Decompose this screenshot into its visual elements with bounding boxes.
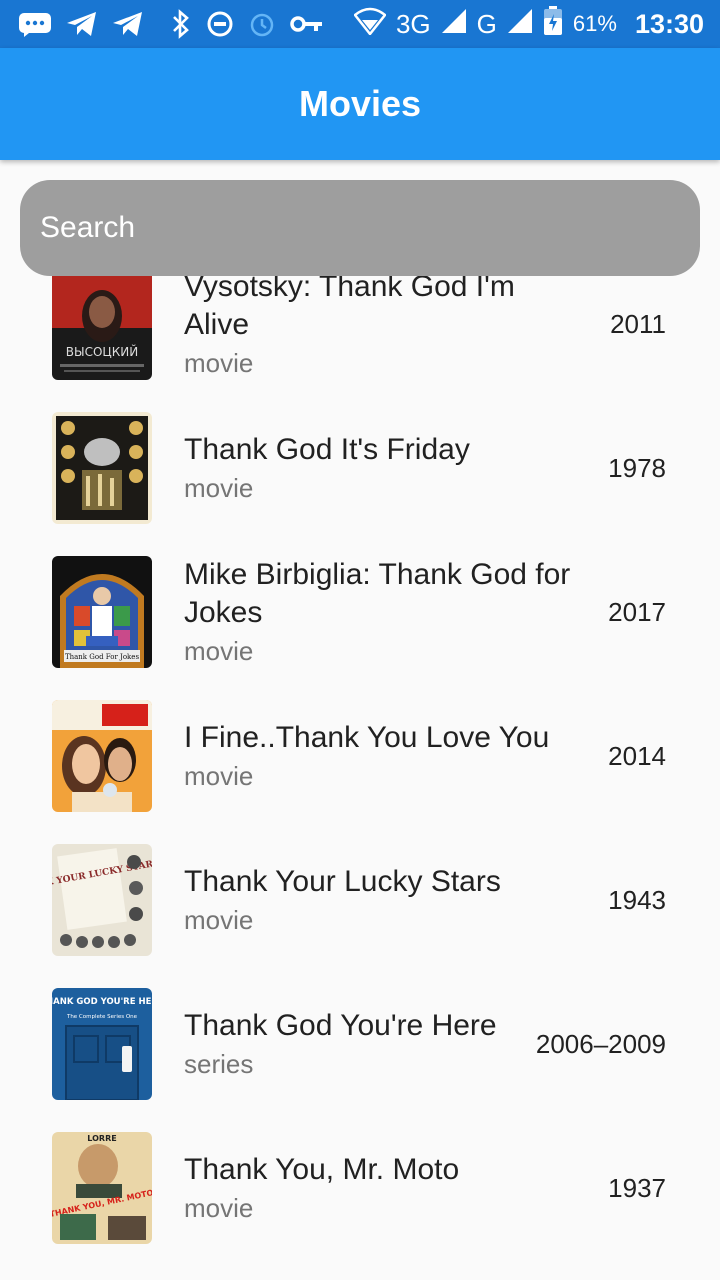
battery-level: 61% <box>572 11 617 36</box>
movie-poster: Thank God For Jokes <box>52 556 152 668</box>
svg-text:LORRE: LORRE <box>87 1134 116 1143</box>
movie-title: I Fine..Thank You Love You <box>184 721 550 754</box>
movie-title: Thank God You're Here <box>184 1009 497 1042</box>
movie-year: 2014 <box>608 740 666 771</box>
movie-type: movie <box>184 636 254 666</box>
telegram-icon <box>112 10 144 38</box>
movie-title: Thank God It's Friday <box>184 433 470 466</box>
status-bar: 3G G 61% 13:30 <box>0 0 720 48</box>
clock: 13:30 <box>634 8 704 39</box>
app-bar: Movies <box>0 48 720 160</box>
movie-poster <box>52 700 152 812</box>
svg-text:The Complete Series One: The Complete Series One <box>66 1014 138 1020</box>
movie-poster: ВЫСОЦКИЙ <box>52 268 152 380</box>
movie-list[interactable]: ВЫСОЦКИЙ Vysotsky: Thank God I'm Alive m… <box>0 160 720 1280</box>
movie-type: movie <box>184 473 254 503</box>
movie-title: Vysotsky: Thank God I'm Alive <box>184 270 515 341</box>
network-type-2: G <box>476 8 497 39</box>
list-item[interactable]: THANK GOD YOU'RE HERE The Complete Serie… <box>0 972 720 1116</box>
movie-year: 2017 <box>608 596 666 627</box>
movie-title: Thank Your Lucky Stars <box>184 865 501 898</box>
svg-text:THANK GOD YOU'RE HERE: THANK GOD YOU'RE HERE <box>52 997 152 1007</box>
svg-text:ВЫСОЦКИЙ: ВЫСОЦКИЙ <box>66 344 138 359</box>
movie-type: movie <box>184 905 254 935</box>
vpn-key-icon <box>290 13 324 35</box>
movie-year: 1937 <box>608 1172 666 1203</box>
movie-poster: THANK YOUR LUCKY STARS <box>52 844 152 956</box>
movie-poster <box>52 412 152 524</box>
dnd-icon <box>206 10 234 38</box>
list-item[interactable]: I Fine..Thank You Love You movie 2014 <box>0 684 720 828</box>
search-input[interactable] <box>40 180 700 276</box>
battery-icon <box>543 5 563 43</box>
movie-type: movie <box>184 348 254 378</box>
system-status: 3G G 61% 13:30 <box>353 0 704 48</box>
notification-icons <box>18 0 324 48</box>
movie-year: 1978 <box>608 452 666 483</box>
movie-type: movie <box>184 1193 254 1223</box>
movie-title: Mike Birbiglia: Thank God for Jokes <box>184 558 571 629</box>
svg-text:Thank God For Jokes: Thank God For Jokes <box>65 653 140 661</box>
list-item[interactable]: THANK YOUR LUCKY STARS Thank Your Lucky … <box>0 828 720 972</box>
movie-poster: THANK GOD YOU'RE HERE The Complete Serie… <box>52 988 152 1100</box>
signal-icon <box>507 8 533 41</box>
telegram-icon <box>66 10 98 38</box>
list-item[interactable]: Thank God It's Friday movie 1978 <box>0 396 720 540</box>
list-item[interactable]: Thank God For Jokes Mike Birbiglia: Than… <box>0 540 720 684</box>
signal-icon <box>441 8 467 41</box>
search-box[interactable] <box>20 180 700 276</box>
alarm-icon <box>248 10 276 38</box>
movie-type: series <box>184 1049 254 1079</box>
movie-title: Thank You, Mr. Moto <box>184 1153 460 1186</box>
movie-poster: LORRE THANK YOU, MR. MOTO <box>52 1132 152 1244</box>
page-title: Movies <box>298 83 422 124</box>
movie-year: 1943 <box>608 884 666 915</box>
bluetooth-icon <box>170 9 192 39</box>
message-icon <box>18 11 52 37</box>
wifi-icon <box>353 7 387 42</box>
movie-type: movie <box>184 761 254 791</box>
movie-year: 2006–2009 <box>535 1028 666 1059</box>
list-item[interactable]: LORRE THANK YOU, MR. MOTO Thank You, Mr.… <box>0 1116 720 1260</box>
network-type-1: 3G <box>395 8 431 39</box>
